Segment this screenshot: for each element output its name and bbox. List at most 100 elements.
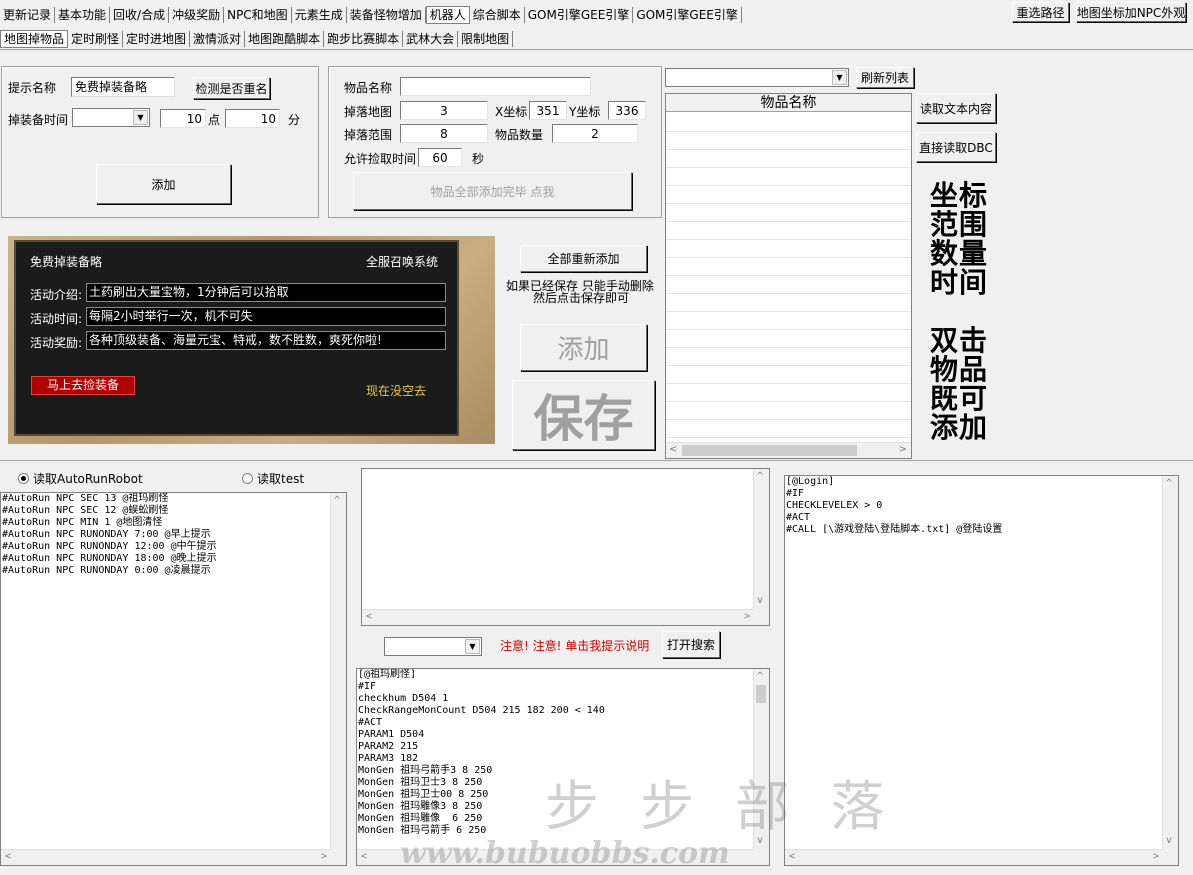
grid-row-line (666, 257, 911, 258)
item-qty-label: 物品数量 (495, 128, 544, 142)
event-time-value: 每隔2小时举行一次，机不可失 (86, 307, 446, 326)
drop-range-input[interactable]: 8 (400, 124, 488, 143)
preview-editor[interactable]: ^ v < > (361, 468, 770, 626)
grid-row-line (666, 365, 911, 366)
arrow-right-icon[interactable]: > (899, 444, 907, 455)
code-line: #IF (786, 488, 805, 499)
tab-timed-monster[interactable]: 定时刷怪 (68, 31, 124, 47)
tab-gom-1[interactable]: GOM引擎GEE引擎 (525, 7, 634, 23)
tab-robot[interactable]: 机器人 (425, 6, 470, 24)
item-qty-input[interactable]: 2 (552, 124, 638, 143)
arrow-right-icon[interactable]: > (744, 611, 750, 623)
refresh-list-button[interactable]: 刷新列表 (856, 67, 914, 88)
tab-timed-map[interactable]: 定时进地图 (123, 31, 191, 47)
chevron-down-icon[interactable]: ▼ (832, 70, 847, 85)
go-pick-button[interactable]: 马上去捡装备 (31, 376, 135, 395)
notice-link[interactable]: 注意! 注意! 单击我提示说明 (500, 638, 649, 654)
code-line: #AutoRun NPC SEC 13 @祖玛刷怪 (2, 493, 169, 504)
prompt-name-input[interactable]: 免费掉装备略 (71, 77, 175, 97)
arrow-left-icon[interactable]: < (361, 851, 367, 863)
save-big-button[interactable]: 保存 (512, 380, 655, 450)
tab-map-drop[interactable]: 地图掉物品 (0, 30, 69, 48)
grid-row-line (666, 419, 911, 420)
open-search-button[interactable]: 打开搜索 (662, 631, 720, 658)
arrow-right-icon[interactable]: > (1153, 851, 1159, 863)
grid-row-line (666, 131, 911, 132)
code-line: #AutoRun NPC RUNONDAY 7:00 @早上提示 (2, 529, 211, 540)
arrow-up-icon[interactable]: ^ (1166, 478, 1172, 490)
tab-gom-2[interactable]: GOM引擎GEE引擎 (633, 7, 742, 23)
read-text-button[interactable]: 读取文本内容 (916, 93, 996, 123)
arrow-up-icon[interactable]: ^ (334, 495, 340, 507)
login-vscrollbar[interactable]: ^ v (1162, 476, 1178, 865)
hour-input[interactable]: 10 (160, 109, 206, 128)
tab-race[interactable]: 跑步比赛脚本 (324, 31, 404, 47)
item-list-select[interactable]: ▼ (665, 68, 849, 87)
arrow-right-icon[interactable]: > (321, 851, 327, 863)
items-done-button[interactable]: 物品全部添加完毕 点我 (353, 172, 632, 210)
x-coord-label: X坐标 (495, 105, 528, 119)
autorun-lines: #AutoRun NPC SEC 13 @祖玛刷怪 #AutoRun NPC SE… (1, 493, 346, 577)
tab-party[interactable]: 激情派对 (190, 31, 246, 47)
item-name-input[interactable] (400, 77, 591, 96)
radio-test-label[interactable]: 读取test (257, 471, 304, 487)
arrow-down-icon[interactable]: v (1166, 835, 1172, 847)
chevron-down-icon[interactable]: ▼ (465, 639, 480, 654)
search-select[interactable]: ▼ (384, 637, 482, 656)
autorun-hscrollbar[interactable]: < > (1, 849, 331, 865)
drop-time-select[interactable]: ▼ (72, 108, 150, 127)
list-hscrollbar[interactable]: < > (666, 442, 911, 458)
arrow-up-icon[interactable]: ^ (757, 671, 763, 683)
add-schedule-button[interactable]: 添加 (96, 164, 231, 204)
pick-time-input[interactable]: 60 (418, 148, 462, 167)
tab-equip-monster[interactable]: 装备怪物增加 (347, 7, 426, 23)
arrow-left-icon[interactable]: < (789, 851, 795, 863)
code-line: #CALL [\游戏登陆\登陆脚本.txt] @登陆设置 (786, 524, 1003, 535)
map-coord-npc-button[interactable]: 地图坐标加NPC外观 (1076, 2, 1186, 22)
tab-martial[interactable]: 武林大会 (403, 31, 459, 47)
tab-limit-map[interactable]: 限制地图 (458, 31, 514, 47)
item-list-grid[interactable]: 物品名称 < > (665, 93, 912, 459)
top-tab-bar: 更新记录 基本功能 回收/合成 冲级奖励 NPC和地图 元素生成 装备怪物增加 … (0, 5, 742, 25)
x-coord-input[interactable]: 351 (529, 101, 567, 120)
busy-link[interactable]: 现在没空去 (366, 382, 426, 399)
check-duplicate-button[interactable]: 检测是否重名 (193, 77, 270, 99)
read-dbc-button[interactable]: 直接读取DBC (916, 132, 996, 162)
tab-level-reward[interactable]: 冲级奖励 (169, 7, 225, 23)
tab-parkour[interactable]: 地图跑酷脚本 (245, 31, 325, 47)
tab-basic[interactable]: 基本功能 (55, 7, 111, 23)
drop-map-input[interactable]: 3 (400, 101, 488, 120)
login-hscrollbar[interactable]: < > (785, 849, 1163, 865)
arrow-up-icon[interactable]: ^ (757, 471, 763, 483)
arrow-left-icon[interactable]: < (669, 444, 677, 455)
scroll-thumb[interactable] (682, 445, 857, 456)
add-big-button[interactable]: 添加 (520, 324, 647, 371)
radio-autorun-label[interactable]: 读取AutoRunRobot (33, 471, 143, 487)
radio-autorun[interactable] (18, 473, 29, 484)
reselect-path-button[interactable]: 重选路径 (1012, 2, 1069, 22)
radio-test[interactable] (242, 473, 253, 484)
autorun-vscrollbar[interactable]: ^ (330, 493, 346, 865)
hint-line-4: 时间 (930, 266, 989, 299)
tab-update-log[interactable]: 更新记录 (0, 7, 56, 23)
autorun-editor[interactable]: #AutoRun NPC SEC 13 @祖玛刷怪 #AutoRun NPC SE… (0, 492, 347, 866)
tab-npc-map[interactable]: NPC和地图 (224, 7, 292, 23)
scroll-thumb[interactable] (756, 685, 766, 703)
hint-line-7: 既可 (930, 382, 989, 415)
event-reward-label: 活动奖励: (30, 336, 83, 350)
item-name-column-header[interactable]: 物品名称 (666, 94, 911, 112)
code-line: #AutoRun NPC RUNONDAY 18:00 @晚上提示 (2, 553, 217, 564)
tab-script[interactable]: 综合脚本 (470, 7, 525, 23)
readd-all-button[interactable]: 全部重新添加 (520, 245, 647, 272)
arrow-left-icon[interactable]: < (5, 851, 11, 863)
y-coord-input[interactable]: 336 (608, 101, 646, 120)
arrow-left-icon[interactable]: < (366, 611, 372, 623)
grid-row-line (666, 401, 911, 402)
chevron-down-icon[interactable]: ▼ (133, 110, 148, 125)
tab-recycle[interactable]: 回收/合成 (110, 7, 170, 23)
preview-vscrollbar[interactable]: ^ v (753, 469, 769, 625)
arrow-down-icon[interactable]: v (757, 595, 763, 607)
tab-element[interactable]: 元素生成 (292, 7, 347, 23)
minute-input[interactable]: 10 (225, 109, 280, 128)
preview-hscrollbar[interactable]: < > (362, 609, 754, 625)
